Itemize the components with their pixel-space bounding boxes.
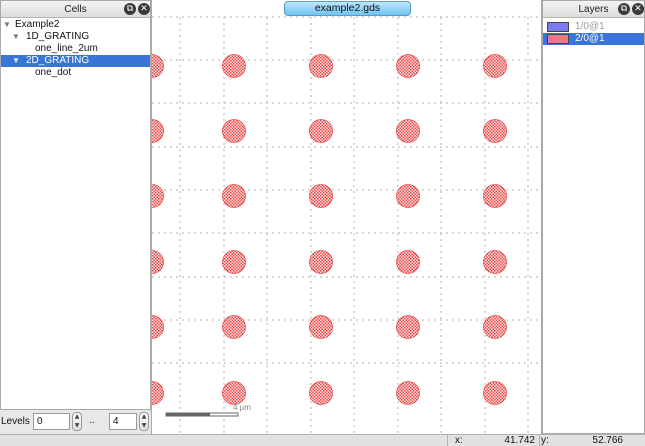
levels-from-stepper[interactable]: ▲ ▼ — [72, 412, 82, 431]
tree-item-example2[interactable]: ▼ Example2 — [1, 19, 150, 31]
layer-name: 2/0@1 — [575, 33, 605, 44]
dot-shape[interactable] — [222, 54, 246, 78]
y-value: 52.766 — [592, 435, 623, 446]
dot-shape[interactable] — [396, 119, 420, 143]
levels-separator: .. — [89, 415, 95, 426]
layer-name: 1/0@1 — [575, 21, 605, 32]
dot-shape[interactable] — [152, 381, 164, 405]
dot-shape[interactable] — [309, 315, 333, 339]
dot-shape[interactable] — [396, 381, 420, 405]
dot-shape[interactable] — [222, 315, 246, 339]
layer-row-2-0[interactable]: 2/0@1 — [543, 33, 644, 45]
layer-color-swatch[interactable] — [547, 34, 569, 44]
x-label: x: — [455, 435, 463, 446]
layers-panel: Layers ⧉ ✕ 1/0@1 2/0@1 — [542, 0, 645, 434]
tree-item-one-line-2um[interactable]: one_line_2um — [1, 43, 150, 55]
stepper-up-icon[interactable]: ▲ — [73, 413, 81, 421]
dot-shape[interactable] — [152, 119, 164, 143]
dot-shape[interactable] — [483, 381, 507, 405]
dot-shape[interactable] — [309, 119, 333, 143]
x-coordinate-box: x: 41.742 — [447, 435, 539, 446]
dot-shape[interactable] — [152, 54, 164, 78]
grid — [152, 16, 541, 434]
undock-icon[interactable]: ⧉ — [618, 3, 630, 15]
dot-shape[interactable] — [483, 250, 507, 274]
tree-item-label: one_dot — [35, 67, 72, 78]
stepper-up-icon[interactable]: ▲ — [140, 413, 148, 421]
levels-label: Levels — [1, 416, 30, 427]
undock-icon[interactable]: ⧉ — [124, 3, 136, 15]
file-tab-title: example2.gds — [314, 2, 381, 14]
dot-shape[interactable] — [152, 315, 164, 339]
close-icon[interactable]: ✕ — [138, 3, 150, 15]
expand-triangle-icon[interactable]: ▼ — [12, 55, 20, 67]
dot-shape[interactable] — [309, 184, 333, 208]
dot-shape[interactable] — [309, 381, 333, 405]
dot-shape[interactable] — [222, 184, 246, 208]
levels-to-field[interactable]: 4 — [109, 413, 137, 430]
stepper-down-icon[interactable]: ▼ — [140, 422, 148, 430]
file-tab[interactable]: example2.gds — [284, 1, 411, 16]
stepper-down-icon[interactable]: ▼ — [73, 422, 81, 430]
dot-shape[interactable] — [396, 250, 420, 274]
expand-triangle-icon[interactable]: ▼ — [12, 31, 20, 43]
cell-tree: ▼ Example2 ▼ 1D_GRATING one_line_2um ▼ 2… — [1, 19, 150, 79]
tree-item-1d-grating[interactable]: ▼ 1D_GRATING — [1, 31, 150, 43]
status-bar: x: 41.742 y: 52.766 — [0, 434, 645, 446]
dot-shape[interactable] — [222, 250, 246, 274]
dot-shape[interactable] — [222, 381, 246, 405]
layer-row-1-0[interactable]: 1/0@1 — [543, 21, 644, 33]
cells-panel-header: Cells ⧉ ✕ — [1, 1, 150, 18]
layout-canvas[interactable]: 4 µm example2.gds — [151, 0, 542, 434]
tree-item-2d-grating[interactable]: ▼ 2D_GRATING — [1, 55, 150, 67]
tree-item-label: 1D_GRATING — [26, 31, 90, 42]
dot-shape[interactable] — [396, 184, 420, 208]
dot-shape[interactable] — [483, 315, 507, 339]
dot-shape[interactable] — [309, 250, 333, 274]
levels-bar: Levels 0 ▲ ▼ .. 4 ▲ ▼ — [0, 410, 151, 434]
dot-shape[interactable] — [396, 315, 420, 339]
dot-shape[interactable] — [483, 54, 507, 78]
layout-drawing[interactable]: 4 µm — [152, 0, 541, 434]
layout-editor-window: Cells ⧉ ✕ ▼ Example2 ▼ 1D_GRATING one_li… — [0, 0, 645, 446]
scale-bar-label: 4 µm — [233, 403, 251, 412]
dot-shape[interactable] — [222, 119, 246, 143]
layers-panel-header: Layers ⧉ ✕ — [543, 1, 644, 18]
dot-array — [152, 54, 507, 405]
layers-panel-title: Layers — [578, 4, 609, 15]
close-icon[interactable]: ✕ — [632, 3, 644, 15]
tree-item-one-dot[interactable]: one_dot — [1, 67, 150, 79]
tree-item-label: Example2 — [15, 19, 60, 30]
levels-from-field[interactable]: 0 — [33, 413, 70, 430]
layer-color-swatch[interactable] — [547, 22, 569, 32]
scale-bar: 4 µm — [165, 403, 251, 417]
x-value: 41.742 — [504, 435, 535, 446]
y-label: y: — [541, 435, 549, 446]
expand-triangle-icon[interactable]: ▼ — [3, 19, 11, 31]
tree-item-label: one_line_2um — [35, 43, 98, 54]
cells-panel-title: Cells — [64, 4, 87, 15]
dot-shape[interactable] — [309, 54, 333, 78]
y-coordinate-box: y: 52.766 — [539, 435, 631, 446]
cells-panel: Cells ⧉ ✕ ▼ Example2 ▼ 1D_GRATING one_li… — [0, 0, 151, 410]
dot-shape[interactable] — [152, 184, 164, 208]
tree-item-label: 2D_GRATING — [26, 55, 90, 66]
levels-to-stepper[interactable]: ▲ ▼ — [139, 412, 149, 431]
dot-shape[interactable] — [396, 54, 420, 78]
dot-shape[interactable] — [152, 250, 164, 274]
dot-shape[interactable] — [483, 184, 507, 208]
dot-shape[interactable] — [483, 119, 507, 143]
